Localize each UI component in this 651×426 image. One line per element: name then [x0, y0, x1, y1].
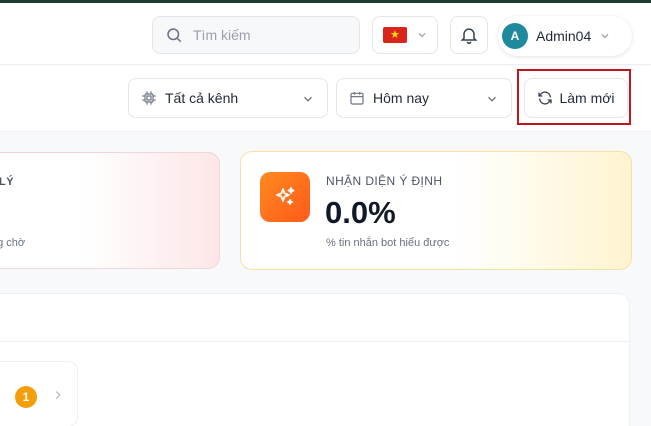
sparkles-icon: [276, 187, 295, 205]
refresh-label: Làm mới: [559, 90, 615, 106]
refresh-button[interactable]: Làm mới: [524, 78, 628, 118]
filter-toolbar: Tất cả kênh Hôm nay Làm mới: [0, 66, 651, 132]
stat-card-title: LÝ: [0, 176, 15, 188]
stat-card-subtitle: ng chờ: [0, 237, 26, 249]
intent-icon-tile: [260, 172, 310, 222]
search-input[interactable]: [193, 27, 353, 43]
intent-card-subtitle: % tin nhắn bot hiểu được: [326, 237, 450, 249]
calendar-icon: [350, 92, 364, 105]
intent-recognition-card: NHẬN DIỆN Ý ĐỊNH 0.0% % tin nhắn bot hiể…: [240, 151, 632, 270]
date-filter-dropdown[interactable]: Hôm nay: [336, 78, 512, 118]
chevron-down-icon: [488, 96, 496, 102]
top-header: ★ A Admin04: [0, 3, 651, 65]
chevron-down-icon: [601, 34, 609, 39]
user-name: Admin04: [536, 28, 592, 44]
channel-filter-dropdown[interactable]: Tất cả kênh: [128, 78, 328, 118]
chevron-down-icon: [304, 96, 312, 102]
refresh-icon: [538, 91, 553, 105]
channel-filter-value: Tất cả kênh: [165, 90, 239, 106]
vietnam-flag-icon: ★: [383, 27, 407, 43]
search-box[interactable]: [152, 16, 360, 54]
stat-card-partial: LÝ ng chờ: [0, 152, 220, 269]
date-filter-value: Hôm nay: [373, 90, 430, 106]
pagination: 1: [0, 361, 78, 426]
page-badge[interactable]: 1: [15, 386, 37, 408]
intent-card-title: NHẬN DIỆN Ý ĐỊNH: [326, 174, 443, 188]
chevron-right-icon[interactable]: [51, 388, 65, 402]
language-selector[interactable]: ★: [372, 16, 438, 54]
panel-divider: [0, 341, 631, 342]
avatar: A: [502, 23, 528, 49]
intent-card-value: 0.0%: [325, 195, 396, 230]
user-menu[interactable]: A Admin04: [498, 16, 632, 56]
chevron-down-icon: [418, 33, 426, 38]
search-icon: [167, 28, 182, 43]
notifications-button[interactable]: [450, 16, 488, 54]
chip-icon: [142, 91, 156, 105]
content-panel: [0, 293, 631, 426]
bell-icon: [460, 28, 478, 45]
